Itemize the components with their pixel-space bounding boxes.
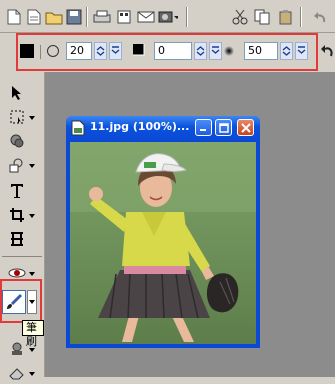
brush-tool-icon[interactable] [2,290,26,314]
minimize-button[interactable] [195,119,212,136]
frame-tool-icon[interactable] [4,228,30,250]
opacity-dropdown-icon[interactable] [295,42,308,60]
image-window-title: 11.jpg (100%)... [90,120,190,133]
tool-options-bar: 20 0 50 [0,33,335,71]
size-input[interactable]: 20 [66,42,92,60]
opacity-input[interactable]: 50 [244,42,278,60]
paste-icon[interactable] [276,7,296,27]
opacity-spinner [280,42,308,60]
brush-dropdown-icon[interactable] [27,290,37,314]
hardness-icon [132,43,148,59]
hardness-spinner [194,42,222,60]
new-file-icon[interactable] [4,7,24,27]
size-dropdown-icon[interactable] [109,42,122,60]
reset-icon[interactable] [320,43,334,59]
image-window-titlebar[interactable]: 11.jpg (100%)... [66,116,260,140]
brush-tooltip: 筆刷 [22,320,44,348]
color-swatch[interactable] [20,44,34,58]
shape-tool-icon[interactable] [4,154,30,176]
eraser-tool-icon[interactable] [4,362,30,384]
open-folder-icon[interactable] [44,7,64,27]
email-icon[interactable] [136,7,156,27]
image-file-icon [71,120,85,136]
opacity-updown-icon[interactable] [280,42,293,60]
marquee-tool-icon[interactable] [4,106,30,128]
size-spinner [94,42,122,60]
photo-canvas[interactable] [70,142,256,344]
crop-tool-icon[interactable] [4,204,30,226]
hardness-input[interactable]: 0 [154,42,192,60]
copy-icon[interactable] [252,7,272,27]
size-circle-icon [46,44,60,58]
marquee-more-icon[interactable] [28,114,36,122]
scanner-icon[interactable] [158,7,178,27]
shape-more-icon[interactable] [28,162,36,170]
image-window[interactable]: 11.jpg (100%)... [66,116,260,348]
stamp-tool-icon[interactable] [4,338,30,360]
cut-icon[interactable] [230,7,250,27]
crop-more-icon[interactable] [28,212,36,220]
hardness-dropdown-icon[interactable] [209,42,222,60]
stamp-more-icon[interactable] [28,346,36,354]
redeye-more-icon[interactable] [28,270,36,278]
close-button[interactable] [237,119,254,136]
maximize-button[interactable] [215,119,232,136]
save-icon[interactable] [64,7,84,27]
tool-panel: 筆刷 [0,72,45,380]
arrow-tool-icon[interactable] [4,82,30,104]
lasso-tool-icon[interactable] [4,130,30,152]
size-updown-icon[interactable] [94,42,107,60]
main-toolbar [0,0,335,33]
preview-icon[interactable] [114,7,134,27]
print-icon[interactable] [92,7,112,27]
undo-icon[interactable] [310,7,330,27]
text-tool-icon[interactable] [4,180,30,202]
opacity-icon [222,44,236,58]
new-document-icon[interactable] [24,7,44,27]
hardness-updown-icon[interactable] [194,42,207,60]
